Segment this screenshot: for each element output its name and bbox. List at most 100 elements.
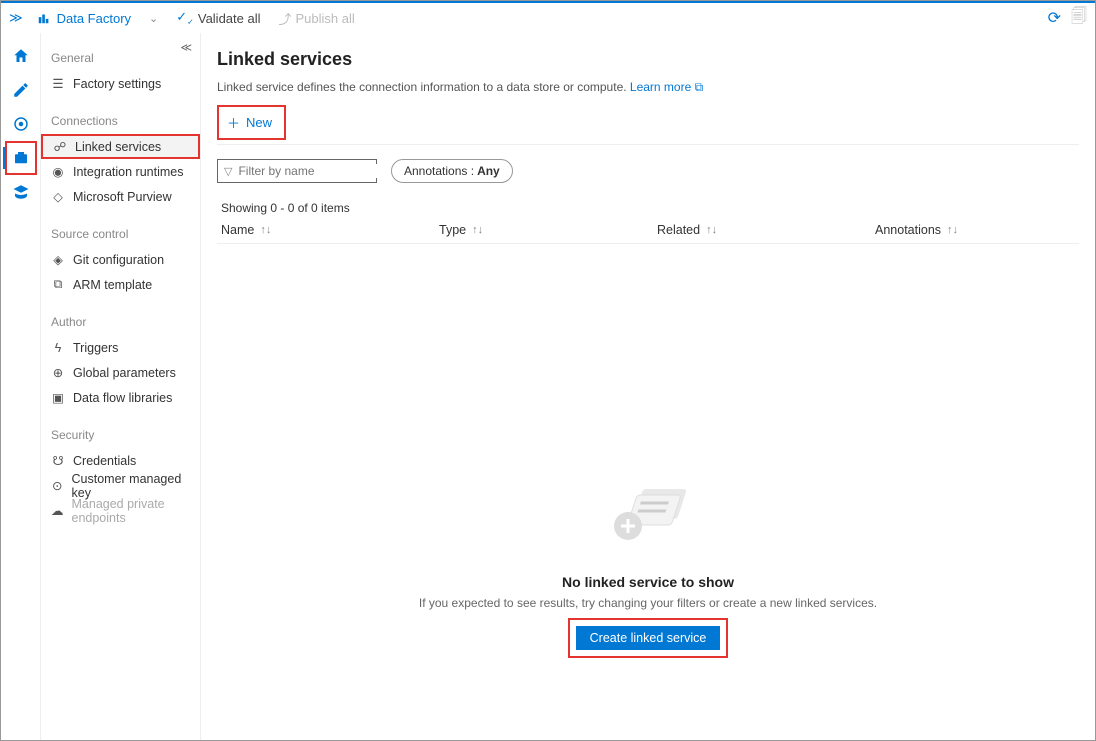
workspace-name: Data Factory bbox=[57, 11, 131, 26]
workspace-selector[interactable]: Data Factory ⌄ bbox=[37, 11, 159, 26]
divider bbox=[217, 144, 1079, 145]
page-title: Linked services bbox=[217, 49, 1079, 70]
label: Managed private endpoints bbox=[72, 497, 191, 525]
key-icon: ⊙ bbox=[51, 478, 64, 493]
col-annotations[interactable]: Annotations ↑↓ bbox=[875, 223, 1075, 237]
plus-icon: ＋ bbox=[227, 113, 240, 132]
nav-author[interactable] bbox=[5, 73, 37, 107]
publish-all-button[interactable]: ⤴ Publish all bbox=[279, 9, 355, 28]
expand-icon[interactable]: ≫ bbox=[9, 10, 23, 26]
desc-text: Linked service defines the connection in… bbox=[217, 80, 630, 94]
sidebar-item-mpe[interactable]: ☁ Managed private endpoints bbox=[41, 498, 200, 523]
validate-all-button[interactable]: ✓✓ Validate all bbox=[176, 9, 260, 27]
annotations-filter[interactable]: Annotations : Any bbox=[391, 159, 513, 183]
sidebar-item-arm[interactable]: ⧉ ARM template bbox=[41, 272, 200, 297]
git-icon: ◈ bbox=[51, 252, 65, 267]
left-nav-rail bbox=[1, 33, 41, 740]
credentials-icon: ☋ bbox=[51, 453, 65, 468]
sidebar-item-dataflow[interactable]: ▣ Data flow libraries bbox=[41, 385, 200, 410]
sidebar-item-linked-services[interactable]: ☍ Linked services bbox=[41, 134, 200, 159]
factory-icon bbox=[37, 11, 51, 25]
section-general: General bbox=[41, 33, 200, 71]
create-linked-service-button[interactable]: Create linked service bbox=[576, 626, 721, 650]
nav-manage[interactable] bbox=[5, 141, 37, 175]
filter-row: ▽ Annotations : Any bbox=[217, 159, 1079, 183]
sort-icon: ↑↓ bbox=[260, 224, 271, 236]
sidebar-item-triggers[interactable]: ϟ Triggers bbox=[41, 335, 200, 360]
label: Factory settings bbox=[73, 77, 161, 91]
validate-all-label: Validate all bbox=[198, 11, 261, 26]
sort-icon: ↑↓ bbox=[947, 224, 958, 236]
notifications-icon[interactable]: 🗐 bbox=[1071, 5, 1087, 32]
sidebar-item-cmk[interactable]: ⊙ Customer managed key bbox=[41, 473, 200, 498]
main-content: Linked services Linked service defines t… bbox=[201, 33, 1095, 740]
nav-learn[interactable] bbox=[5, 175, 37, 209]
col-type[interactable]: Type ↑↓ bbox=[439, 223, 657, 237]
publish-all-label: Publish all bbox=[296, 11, 355, 26]
sidebar-item-integration-runtimes[interactable]: ◉ Integration runtimes bbox=[41, 159, 200, 184]
runtime-icon: ◉ bbox=[51, 164, 65, 179]
manage-sidebar: ≪ General ☰Factory settings Connections … bbox=[41, 33, 201, 740]
page-description: Linked service defines the connection in… bbox=[217, 80, 1079, 95]
col-label: Related bbox=[657, 223, 700, 237]
sidebar-item-global-params[interactable]: ⊕ Global parameters bbox=[41, 360, 200, 385]
settings-icon: ☰ bbox=[51, 76, 65, 91]
filter-icon: ▽ bbox=[224, 165, 232, 178]
sort-icon: ↑↓ bbox=[472, 224, 483, 236]
sidebar-item-git[interactable]: ◈ Git configuration bbox=[41, 247, 200, 272]
sidebar-item-credentials[interactable]: ☋ Credentials bbox=[41, 448, 200, 473]
empty-subtitle: If you expected to see results, try chan… bbox=[419, 596, 877, 610]
globe-icon: ⊕ bbox=[51, 365, 65, 380]
empty-title: No linked service to show bbox=[562, 574, 734, 590]
col-related[interactable]: Related ↑↓ bbox=[657, 223, 875, 237]
library-icon: ▣ bbox=[51, 390, 65, 405]
label: ARM template bbox=[73, 278, 152, 292]
filter-by-name-input[interactable] bbox=[238, 164, 393, 178]
col-label: Name bbox=[221, 223, 254, 237]
label: Triggers bbox=[73, 341, 118, 355]
check-icon: ✓✓ bbox=[176, 9, 194, 27]
nav-monitor[interactable] bbox=[5, 107, 37, 141]
link-icon: ☍ bbox=[53, 139, 67, 154]
filter-input-wrap: ▽ bbox=[217, 159, 377, 183]
col-label: Type bbox=[439, 223, 466, 237]
table-header: Name ↑↓ Type ↑↓ Related ↑↓ Annotations ↑↓ bbox=[217, 223, 1079, 244]
col-name[interactable]: Name ↑↓ bbox=[221, 223, 439, 237]
new-linked-service-button[interactable]: ＋ New bbox=[219, 107, 284, 138]
nav-home[interactable] bbox=[5, 39, 37, 73]
section-connections: Connections bbox=[41, 96, 200, 134]
ann-value: Any bbox=[477, 164, 500, 178]
result-count: Showing 0 - 0 of 0 items bbox=[221, 201, 1079, 215]
sidebar-item-factory-settings[interactable]: ☰ Factory settings bbox=[41, 71, 200, 96]
empty-state: No linked service to show If you expecte… bbox=[217, 484, 1079, 658]
label: Credentials bbox=[73, 454, 136, 468]
empty-state-illustration bbox=[603, 484, 693, 554]
label: Global parameters bbox=[73, 366, 176, 380]
trigger-icon: ϟ bbox=[51, 341, 65, 355]
template-icon: ⧉ bbox=[51, 277, 65, 292]
label: Data flow libraries bbox=[73, 391, 172, 405]
new-label: New bbox=[246, 115, 272, 130]
ann-label: Annotations : bbox=[404, 164, 474, 178]
label: Customer managed key bbox=[72, 472, 191, 500]
sidebar-item-purview[interactable]: ◇ Microsoft Purview bbox=[41, 184, 200, 209]
section-author: Author bbox=[41, 297, 200, 335]
cloud-icon: ☁ bbox=[51, 503, 64, 518]
external-link-icon: ⧉ bbox=[695, 80, 704, 94]
col-label: Annotations bbox=[875, 223, 941, 237]
upload-icon: ⤴ bbox=[279, 9, 292, 28]
section-source-control: Source control bbox=[41, 209, 200, 247]
learn-label: Learn more bbox=[630, 80, 691, 94]
learn-more-link[interactable]: Learn more ⧉ bbox=[630, 80, 703, 94]
collapse-sidebar-icon[interactable]: ≪ bbox=[180, 41, 192, 54]
refresh-icon[interactable]: ⟳ bbox=[1048, 8, 1061, 28]
chevron-down-icon: ⌄ bbox=[149, 12, 158, 25]
section-security: Security bbox=[41, 410, 200, 448]
label: Microsoft Purview bbox=[73, 190, 172, 204]
sort-icon: ↑↓ bbox=[706, 224, 717, 236]
label: Integration runtimes bbox=[73, 165, 183, 179]
purview-icon: ◇ bbox=[51, 189, 65, 204]
label: Linked services bbox=[75, 140, 161, 154]
top-toolbar: ≫ Data Factory ⌄ ✓✓ Validate all ⤴ Publi… bbox=[1, 1, 1095, 33]
label: Git configuration bbox=[73, 253, 164, 267]
